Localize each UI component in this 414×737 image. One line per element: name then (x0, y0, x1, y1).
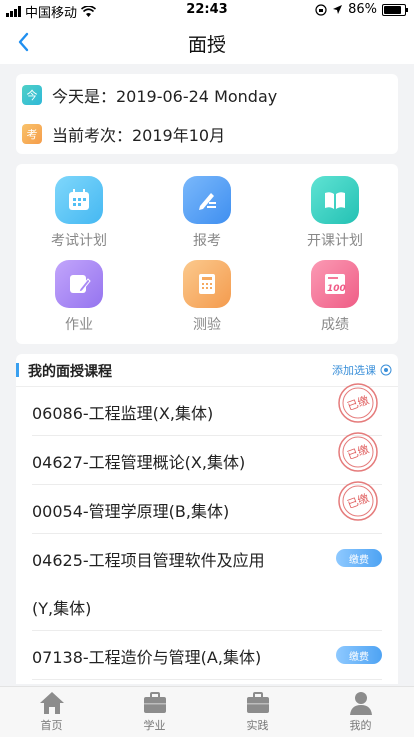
menu-course-plan[interactable]: 开课计划 (280, 176, 390, 250)
exam-row: 考 当前考次：2019年10月 (22, 122, 225, 146)
exam-text: 当前考次：2019年10月 (52, 126, 226, 145)
exam-badge-icon: 考 (22, 124, 42, 144)
calculator-icon (183, 260, 231, 308)
menu-score[interactable]: 100 成绩 (280, 260, 390, 334)
menu-label: 开课计划 (307, 233, 363, 249)
score-icon: 100 (311, 260, 359, 308)
paid-stamp-text: 已缴 (345, 491, 370, 512)
course-row[interactable]: 00054-管理学原理(B,集体) 已缴 (32, 481, 382, 534)
menu-quiz[interactable]: 测验 (152, 260, 262, 334)
section-accent-bar (16, 363, 19, 377)
tab-label: 学业 (143, 719, 166, 732)
function-grid: 考试计划 报考 开课计划 作业 测验 100 成绩 (16, 164, 398, 344)
today-badge-icon: 今 (22, 85, 42, 105)
person-icon (349, 692, 372, 715)
menu-exam-plan[interactable]: 考试计划 (24, 176, 134, 250)
course-name: 07138-工程造价与管理(A,集体) (32, 648, 262, 667)
battery-icon (382, 3, 408, 16)
menu-label: 成绩 (321, 317, 349, 333)
tab-label: 实践 (246, 719, 269, 732)
pay-button[interactable]: 缴费 (336, 646, 382, 664)
course-name: 04625-工程项目管理软件及应用 (32, 551, 265, 570)
nav-bar: 面授 (0, 20, 414, 64)
course-name: 04627-工程管理概论(X,集体) (32, 453, 246, 472)
today-text: 今天是：2019-06-24 Monday (52, 87, 278, 106)
paid-stamp-icon: 已缴 (338, 383, 378, 423)
tab-study[interactable]: 学业 (103, 690, 206, 733)
rotation-lock-icon (315, 3, 327, 16)
paid-stamp-icon: 已缴 (338, 481, 378, 521)
paid-stamp-text: 已缴 (345, 393, 370, 414)
paid-stamp-text: 已缴 (345, 442, 370, 463)
edit-icon (183, 176, 231, 224)
course-row[interactable]: 06086-工程监理(X,集体) 已缴 (32, 383, 382, 436)
menu-register[interactable]: 报考 (152, 176, 262, 250)
course-name: 00054-管理学原理(B,集体) (32, 502, 230, 521)
menu-label: 作业 (65, 317, 93, 333)
add-circle-icon (380, 364, 392, 376)
menu-label: 考试计划 (51, 233, 107, 249)
briefcase-icon (143, 692, 166, 713)
pay-button[interactable]: 缴费 (336, 549, 382, 567)
tab-practice[interactable]: 实践 (206, 690, 309, 733)
course-row[interactable]: 04625-工程项目管理软件及应用 (Y,集体) 缴费 (32, 534, 382, 631)
status-bar: 中国移动 22:43 86% (0, 0, 414, 21)
tab-bar: 首页 学业 实践 我的 (0, 686, 414, 737)
svg-text:100: 100 (327, 284, 346, 294)
tab-label: 首页 (40, 719, 63, 732)
course-row[interactable]: 07138-工程造价与管理(A,集体) 缴费 (32, 631, 382, 680)
tab-mine[interactable]: 我的 (309, 690, 412, 733)
paid-stamp-icon: 已缴 (338, 432, 378, 472)
courses-card: 我的面授课程 添加选课 06086-工程监理(X,集体) 已缴 04627-工程… (16, 354, 398, 684)
home-icon (39, 692, 64, 714)
tab-label: 我的 (349, 719, 372, 732)
courses-title: 我的面授课程 (28, 364, 112, 380)
menu-label: 报考 (193, 233, 221, 249)
menu-homework[interactable]: 作业 (24, 260, 134, 334)
battery-percent: 86% (348, 2, 377, 17)
tab-home[interactable]: 首页 (0, 690, 103, 733)
menu-label: 测验 (193, 317, 221, 333)
info-card: 今 今天是：2019-06-24 Monday 考 当前考次：2019年10月 (16, 74, 398, 154)
add-course-button[interactable]: 添加选课 (332, 362, 392, 378)
book-icon (311, 176, 359, 224)
page-title: 面授 (187, 34, 226, 56)
add-course-label: 添加选课 (332, 364, 376, 377)
course-row[interactable]: 04627-工程管理概论(X,集体) 已缴 (32, 432, 382, 485)
location-icon (333, 5, 343, 14)
course-name-line2: (Y,集体) (32, 599, 92, 618)
course-name: 06086-工程监理(X,集体) (32, 404, 214, 423)
briefcase-icon (246, 692, 269, 713)
calendar-icon (55, 176, 103, 224)
today-row: 今 今天是：2019-06-24 Monday (22, 83, 277, 107)
pencil-note-icon (55, 260, 103, 308)
